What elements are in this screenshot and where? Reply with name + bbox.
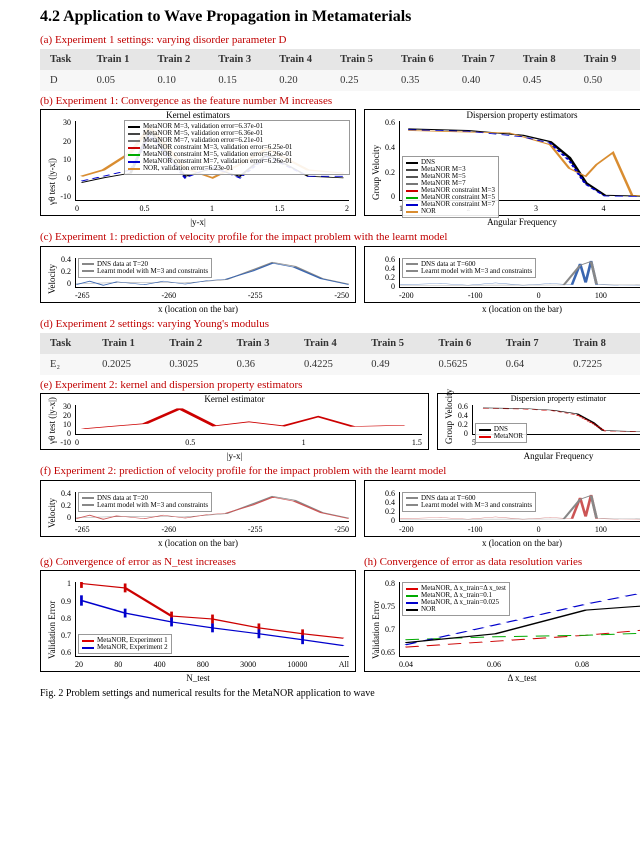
col-header: Train 2 [165, 333, 232, 354]
panel-e-left-xlabel: |y-x| [40, 451, 429, 461]
panel-g-ylabel: Validation Error [47, 601, 57, 659]
cell: 0.7225 [569, 354, 636, 375]
cell: 0.5625 [435, 354, 502, 375]
cell: 0.40 [458, 70, 519, 91]
col-header: Train 1 [98, 333, 165, 354]
panel-f-right-xlabel: x (location on the bar) [364, 538, 640, 548]
panel-f-left-chart: 0.40.20-265-260-255-250 DNS data at T=20… [40, 480, 356, 537]
col-header: Train 2 [153, 49, 214, 70]
panel-c-caption: (c) Experiment 1: prediction of velocity… [40, 231, 640, 244]
row-label: E₂ [40, 354, 98, 375]
cell: 0.45 [519, 70, 580, 91]
cell: 0.05 [93, 70, 154, 91]
panel-f-caption: (f) Experiment 2: prediction of velocity… [40, 465, 640, 478]
col-header: Task [40, 49, 93, 70]
col-header: Train 3 [233, 333, 300, 354]
cell: 0.10 [153, 70, 214, 91]
panel-c-ylabel: Velocity [47, 264, 57, 294]
col-header: Train 6 [397, 49, 458, 70]
row-label: D [40, 70, 93, 91]
panel-f-right-chart: 0.60.40.20-200-1000100200 DNS data at T=… [364, 480, 640, 537]
col-header: Train 9 [580, 49, 640, 70]
panel-b-right-xlabel: Angular Frequency [364, 217, 640, 227]
panel-b-right-title: Dispersion property estimators [365, 110, 640, 120]
panel-b-left-title: Kernel estimators [41, 110, 355, 120]
panel-e-left-chart: Kernel estimator 3020100-1000.511.5 γθ t… [40, 393, 429, 450]
panel-c-left-xlabel: x (location on the bar) [40, 304, 356, 314]
section-title: 4.2 Application to Wave Propagation in M… [40, 8, 640, 26]
col-header: Train 1 [93, 49, 154, 70]
panel-h-xlabel: Δ x_test [364, 673, 640, 683]
col-header: Train 7 [502, 333, 569, 354]
cell: 0.64 [502, 354, 569, 375]
col-header: Train 3 [214, 49, 275, 70]
cell: 0.2025 [98, 354, 165, 375]
panel-h-ylabel: Validation Error [371, 601, 381, 659]
col-header: Test [636, 333, 640, 354]
cell: 0.25 [336, 70, 397, 91]
col-header: Train 8 [569, 333, 636, 354]
cell: 0.4225 [300, 354, 367, 375]
figure-caption: Fig. 2 Problem settings and numerical re… [40, 688, 640, 699]
panel-f-ylabel: Velocity [47, 498, 57, 528]
panel-e-right-chart: Dispersion property estimator 0.60.40.20… [437, 393, 640, 450]
panel-a-caption: (a) Experiment 1 settings: varying disor… [40, 34, 640, 47]
cell: 0.35 [397, 70, 458, 91]
panel-e-right-xlabel: Angular Frequency [437, 451, 640, 461]
cell: 0.15 [214, 70, 275, 91]
panel-c-right-chart: 0.60.40.20-200-1000100200 DNS data at T=… [364, 246, 640, 303]
col-header: Train 8 [519, 49, 580, 70]
col-header: Train 7 [458, 49, 519, 70]
panel-e-left-title: Kernel estimator [41, 394, 428, 404]
cell: 0.3025 [165, 354, 232, 375]
panel-b-right-chart: Dispersion property estimators 0.60.40.2… [364, 109, 640, 216]
col-header: Task [40, 333, 98, 354]
col-header: Train 6 [435, 333, 502, 354]
panel-b-caption: (b) Experiment 1: Convergence as the fea… [40, 95, 640, 108]
panel-e-left-ylabel: γθ test (|y-x|) [47, 397, 57, 444]
panel-b-left-chart: Kernel estimators 3020100-10 00.511.52 M… [40, 109, 356, 216]
panel-c-right-xlabel: x (location on the bar) [364, 304, 640, 314]
panel-d-caption: (d) Experiment 2 settings: varying Young… [40, 318, 640, 331]
cell: 0.36 [233, 354, 300, 375]
panel-b-left-ylabel: γθ test (|y-x|) [47, 158, 57, 205]
panel-g-xlabel: N_test [40, 673, 356, 683]
panel-c-left-chart: 0.40.20-265-260-255-250 DNS data at T=20… [40, 246, 356, 303]
cell: 0.50 [580, 70, 640, 91]
panel-g-caption: (g) Convergence of error as N_test incre… [40, 556, 356, 569]
panel-a-table: TaskTrain 1Train 2Train 3Train 4Train 5T… [40, 49, 640, 91]
col-header: Train 4 [275, 49, 336, 70]
panel-d-table: TaskTrain 1Train 2Train 3Train 4Train 5T… [40, 333, 640, 375]
panel-e-right-ylabel: Group Velocity [444, 389, 454, 444]
panel-b-left-xlabel: |y-x| [40, 217, 356, 227]
panel-e-caption: (e) Experiment 2: kernel and dispersion … [40, 379, 640, 392]
cell: 0.20 [275, 70, 336, 91]
panel-f-left-xlabel: x (location on the bar) [40, 538, 356, 548]
col-header: Train 4 [300, 333, 367, 354]
cell: 0.25 [636, 354, 640, 375]
panel-e-right-title: Dispersion property estimator [438, 394, 640, 403]
panel-g-chart: 10.90.80.70.62080400800300010000All Meta… [40, 570, 356, 672]
panel-h-caption: (h) Convergence of error as data resolut… [364, 556, 640, 569]
panel-h-chart: 0.80.750.70.650.040.060.080.1 MetaNOR, Δ… [364, 570, 640, 672]
panel-b-right-ylabel: Group Velocity [371, 145, 381, 200]
col-header: Train 5 [367, 333, 434, 354]
col-header: Train 5 [336, 49, 397, 70]
cell: 0.49 [367, 354, 434, 375]
